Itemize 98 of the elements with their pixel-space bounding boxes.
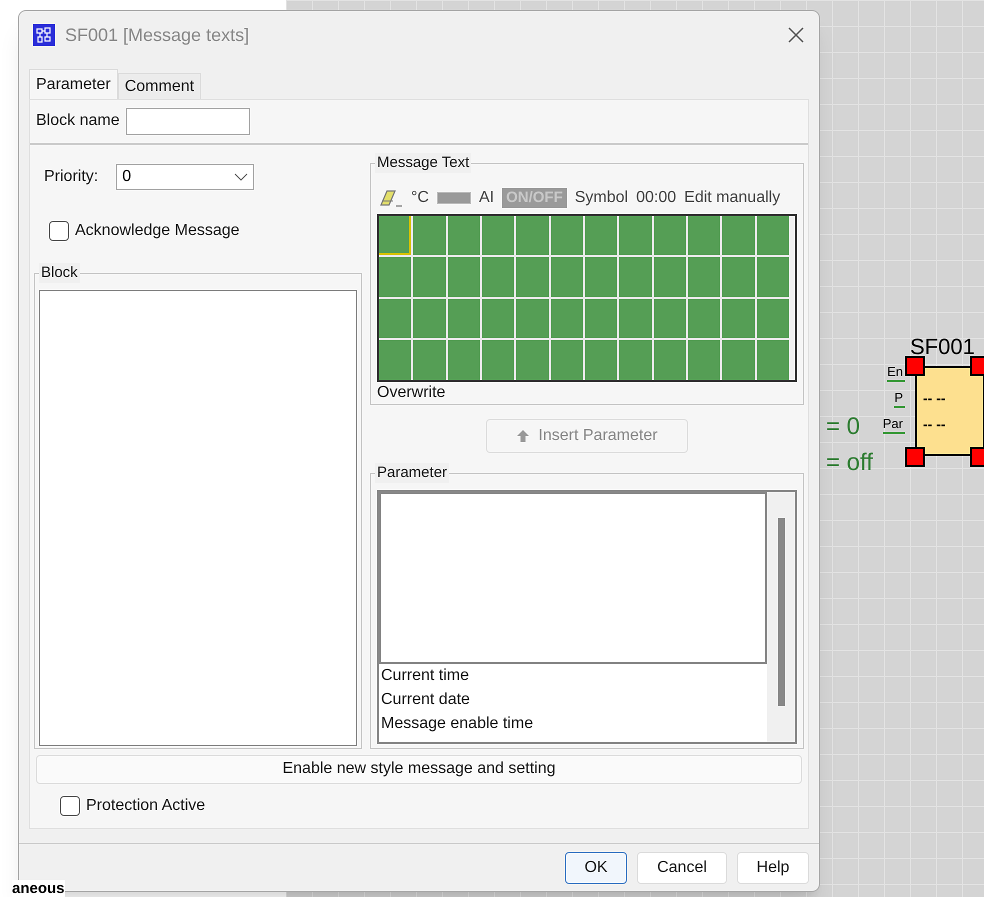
lcd-cell[interactable] bbox=[756, 216, 789, 256]
toolbar-item[interactable]: °C bbox=[411, 186, 429, 210]
group-title: Message Text bbox=[375, 152, 472, 173]
window-title: SF001 [Message texts] bbox=[65, 24, 250, 47]
pin-label: P bbox=[894, 390, 905, 408]
lcd-cell[interactable] bbox=[688, 257, 720, 297]
block-name-field[interactable] bbox=[126, 108, 250, 135]
lcd-cell[interactable] bbox=[654, 298, 686, 338]
lcd-cell[interactable] bbox=[722, 298, 755, 338]
lcd-cell[interactable] bbox=[448, 257, 480, 297]
priority-label: Priority: bbox=[44, 166, 98, 187]
pin-label: En bbox=[887, 364, 905, 382]
lcd-cell[interactable] bbox=[654, 257, 686, 297]
scrollbar-thumb[interactable] bbox=[778, 518, 784, 706]
selection-handle[interactable] bbox=[970, 356, 984, 376]
dialog-button[interactable]: Cancel bbox=[637, 852, 727, 884]
parameter-item[interactable]: Current time bbox=[379, 664, 767, 688]
toolbar-item[interactable]: AI bbox=[478, 186, 494, 210]
checkbox-box[interactable] bbox=[49, 220, 69, 241]
dialog-button[interactable]: Help bbox=[737, 852, 809, 884]
lcd-cell[interactable] bbox=[722, 216, 755, 256]
checkbox[interactable]: Acknowledge Message bbox=[49, 218, 362, 243]
value-text: = 0 bbox=[826, 413, 860, 441]
lcd-cell[interactable] bbox=[654, 216, 686, 256]
lcd-cell[interactable] bbox=[482, 340, 514, 380]
lcd-cell[interactable] bbox=[654, 340, 686, 380]
checkbox-box[interactable] bbox=[60, 796, 80, 816]
lcd-cell[interactable] bbox=[688, 216, 720, 256]
lcd-cell[interactable] bbox=[688, 298, 720, 338]
lcd-cell[interactable] bbox=[379, 298, 412, 338]
lcd-cell[interactable] bbox=[379, 340, 412, 380]
checkbox-label: Protection Active bbox=[86, 796, 206, 816]
lcd-cell[interactable] bbox=[516, 257, 549, 297]
lcd-cell[interactable] bbox=[619, 216, 652, 256]
lcd-cell[interactable] bbox=[482, 216, 514, 256]
lcd-cell[interactable] bbox=[550, 298, 583, 338]
lcd-cell[interactable] bbox=[413, 257, 446, 297]
checkbox[interactable]: Protection Active bbox=[60, 794, 808, 818]
pin-label: Par bbox=[882, 416, 905, 434]
mode-label: Overwrite bbox=[377, 382, 446, 403]
selection-handle[interactable] bbox=[905, 447, 925, 467]
lcd-cell[interactable] bbox=[584, 216, 618, 256]
close-icon[interactable] bbox=[787, 26, 805, 44]
priority-dropdown[interactable]: 0 bbox=[116, 164, 254, 190]
lcd-cell[interactable] bbox=[516, 216, 549, 256]
toolbar-item[interactable]: 00:00 bbox=[636, 186, 676, 210]
parameter-item[interactable]: Current date bbox=[379, 688, 767, 712]
lcd-cell[interactable] bbox=[550, 216, 583, 256]
lcd-cell[interactable] bbox=[482, 257, 514, 297]
lcd-cell[interactable] bbox=[619, 257, 652, 297]
block-value: -- -- bbox=[923, 416, 947, 432]
parameter-item[interactable]: Message enable time bbox=[379, 712, 767, 736]
eraser-icon[interactable] bbox=[377, 188, 403, 208]
lcd-cell[interactable] bbox=[516, 298, 549, 338]
lcd-cell[interactable] bbox=[379, 216, 412, 256]
bar-icon[interactable] bbox=[436, 192, 471, 204]
lcd-cell[interactable] bbox=[688, 340, 720, 380]
block-name-label: Block name bbox=[36, 111, 120, 132]
lcd-cell[interactable] bbox=[448, 216, 480, 256]
dialog-button[interactable]: OK bbox=[565, 852, 627, 884]
lcd-cell[interactable] bbox=[619, 340, 652, 380]
group-title: Block bbox=[39, 262, 80, 283]
arrow-up-icon bbox=[516, 428, 530, 443]
lcd-cell[interactable] bbox=[550, 340, 583, 380]
enable-new-style-button[interactable]: Enable new style message and setting bbox=[36, 754, 802, 784]
selection-handle[interactable] bbox=[905, 356, 925, 376]
lcd-cell[interactable] bbox=[448, 298, 480, 338]
lcd-cell[interactable] bbox=[584, 340, 618, 380]
lcd-cell[interactable] bbox=[448, 340, 480, 380]
lcd-cell[interactable] bbox=[722, 257, 755, 297]
lcd-cell[interactable] bbox=[756, 257, 789, 297]
lcd-cell[interactable] bbox=[379, 257, 412, 297]
lcd-cell[interactable] bbox=[584, 298, 618, 338]
value-text: = off bbox=[826, 449, 873, 477]
lcd-cell[interactable] bbox=[722, 340, 755, 380]
chevron-down-icon bbox=[234, 172, 248, 181]
lcd-cell[interactable] bbox=[756, 298, 789, 338]
tab[interactable]: Parameter bbox=[29, 69, 118, 99]
block-value: -- -- bbox=[923, 390, 947, 406]
lcd-cell[interactable] bbox=[756, 340, 789, 380]
group-title: Parameter bbox=[375, 462, 450, 483]
app-icon bbox=[33, 24, 55, 46]
lcd-cell[interactable] bbox=[516, 340, 549, 380]
scrollbar[interactable] bbox=[767, 492, 795, 742]
lcd-grid[interactable] bbox=[377, 214, 797, 382]
selection-handle[interactable] bbox=[970, 447, 984, 467]
toolbar-item[interactable]: Edit manually bbox=[684, 186, 780, 210]
lcd-cell[interactable] bbox=[413, 298, 446, 338]
lcd-cell[interactable] bbox=[550, 257, 583, 297]
checkbox-label: Acknowledge Message bbox=[75, 220, 240, 241]
lcd-cell[interactable] bbox=[482, 298, 514, 338]
lcd-cell[interactable] bbox=[413, 340, 446, 380]
lcd-cell[interactable] bbox=[584, 257, 618, 297]
block-title: SF001 bbox=[910, 334, 975, 360]
toolbar-item[interactable]: Symbol bbox=[574, 186, 628, 210]
lcd-cell[interactable] bbox=[413, 216, 446, 256]
lcd-cell[interactable] bbox=[619, 298, 652, 338]
tab[interactable]: Comment bbox=[118, 73, 202, 99]
